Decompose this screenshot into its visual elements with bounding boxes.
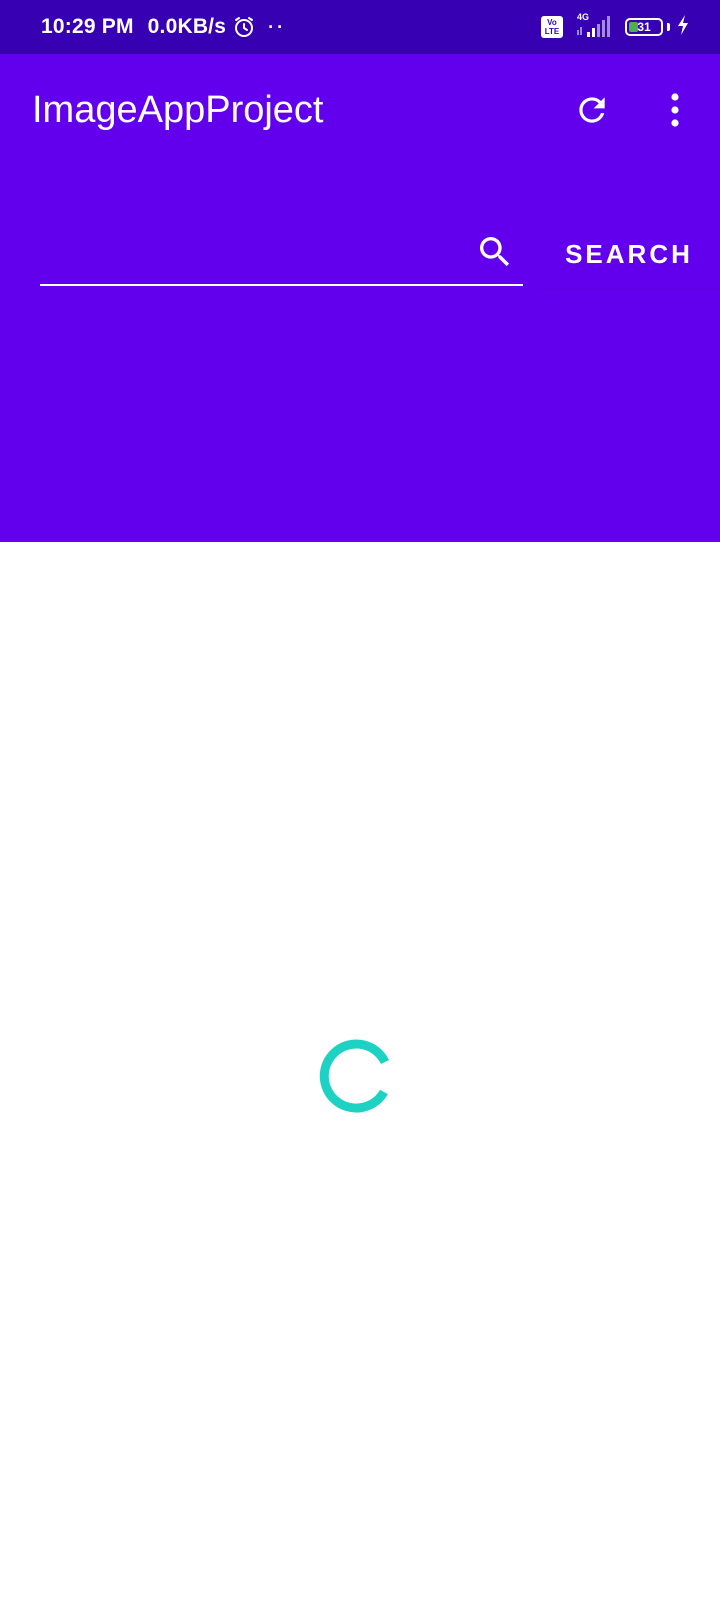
app-bar: ImageAppProject [0,54,720,166]
volte-top: Vo [547,18,557,27]
status-left: 10:29 PM 0.0KB/s ·· [41,0,286,54]
volte-icon: Vo LTE [541,16,563,38]
battery-level: 31 [637,20,651,34]
battery-tip [667,23,670,31]
search-field [40,222,523,286]
status-time: 10:29 PM [41,15,134,38]
notification-dots: ·· [268,16,287,37]
status-bar: 10:29 PM 0.0KB/s ·· Vo LTE 4G 31 [0,0,720,54]
signal-icon: 4G [575,12,613,39]
search-icon[interactable] [475,232,515,272]
circular-progress-icon [319,1039,390,1113]
alarm-icon [232,15,256,39]
refresh-button[interactable] [564,82,620,138]
more-vert-icon [671,93,679,127]
more-options-button[interactable] [647,82,703,138]
network-speed: 0.0KB/s [147,15,227,38]
search-section: SEARCH [0,166,720,542]
battery-icon: 31 [625,18,663,36]
app-title: ImageAppProject [32,89,324,131]
content-area [0,542,720,1600]
search-button[interactable]: SEARCH [538,218,720,288]
charging-icon [676,14,690,41]
status-right: Vo LTE 4G 31 [541,0,690,54]
volte-bottom: LTE [544,27,560,36]
search-input[interactable] [40,222,464,284]
refresh-icon [579,97,605,123]
